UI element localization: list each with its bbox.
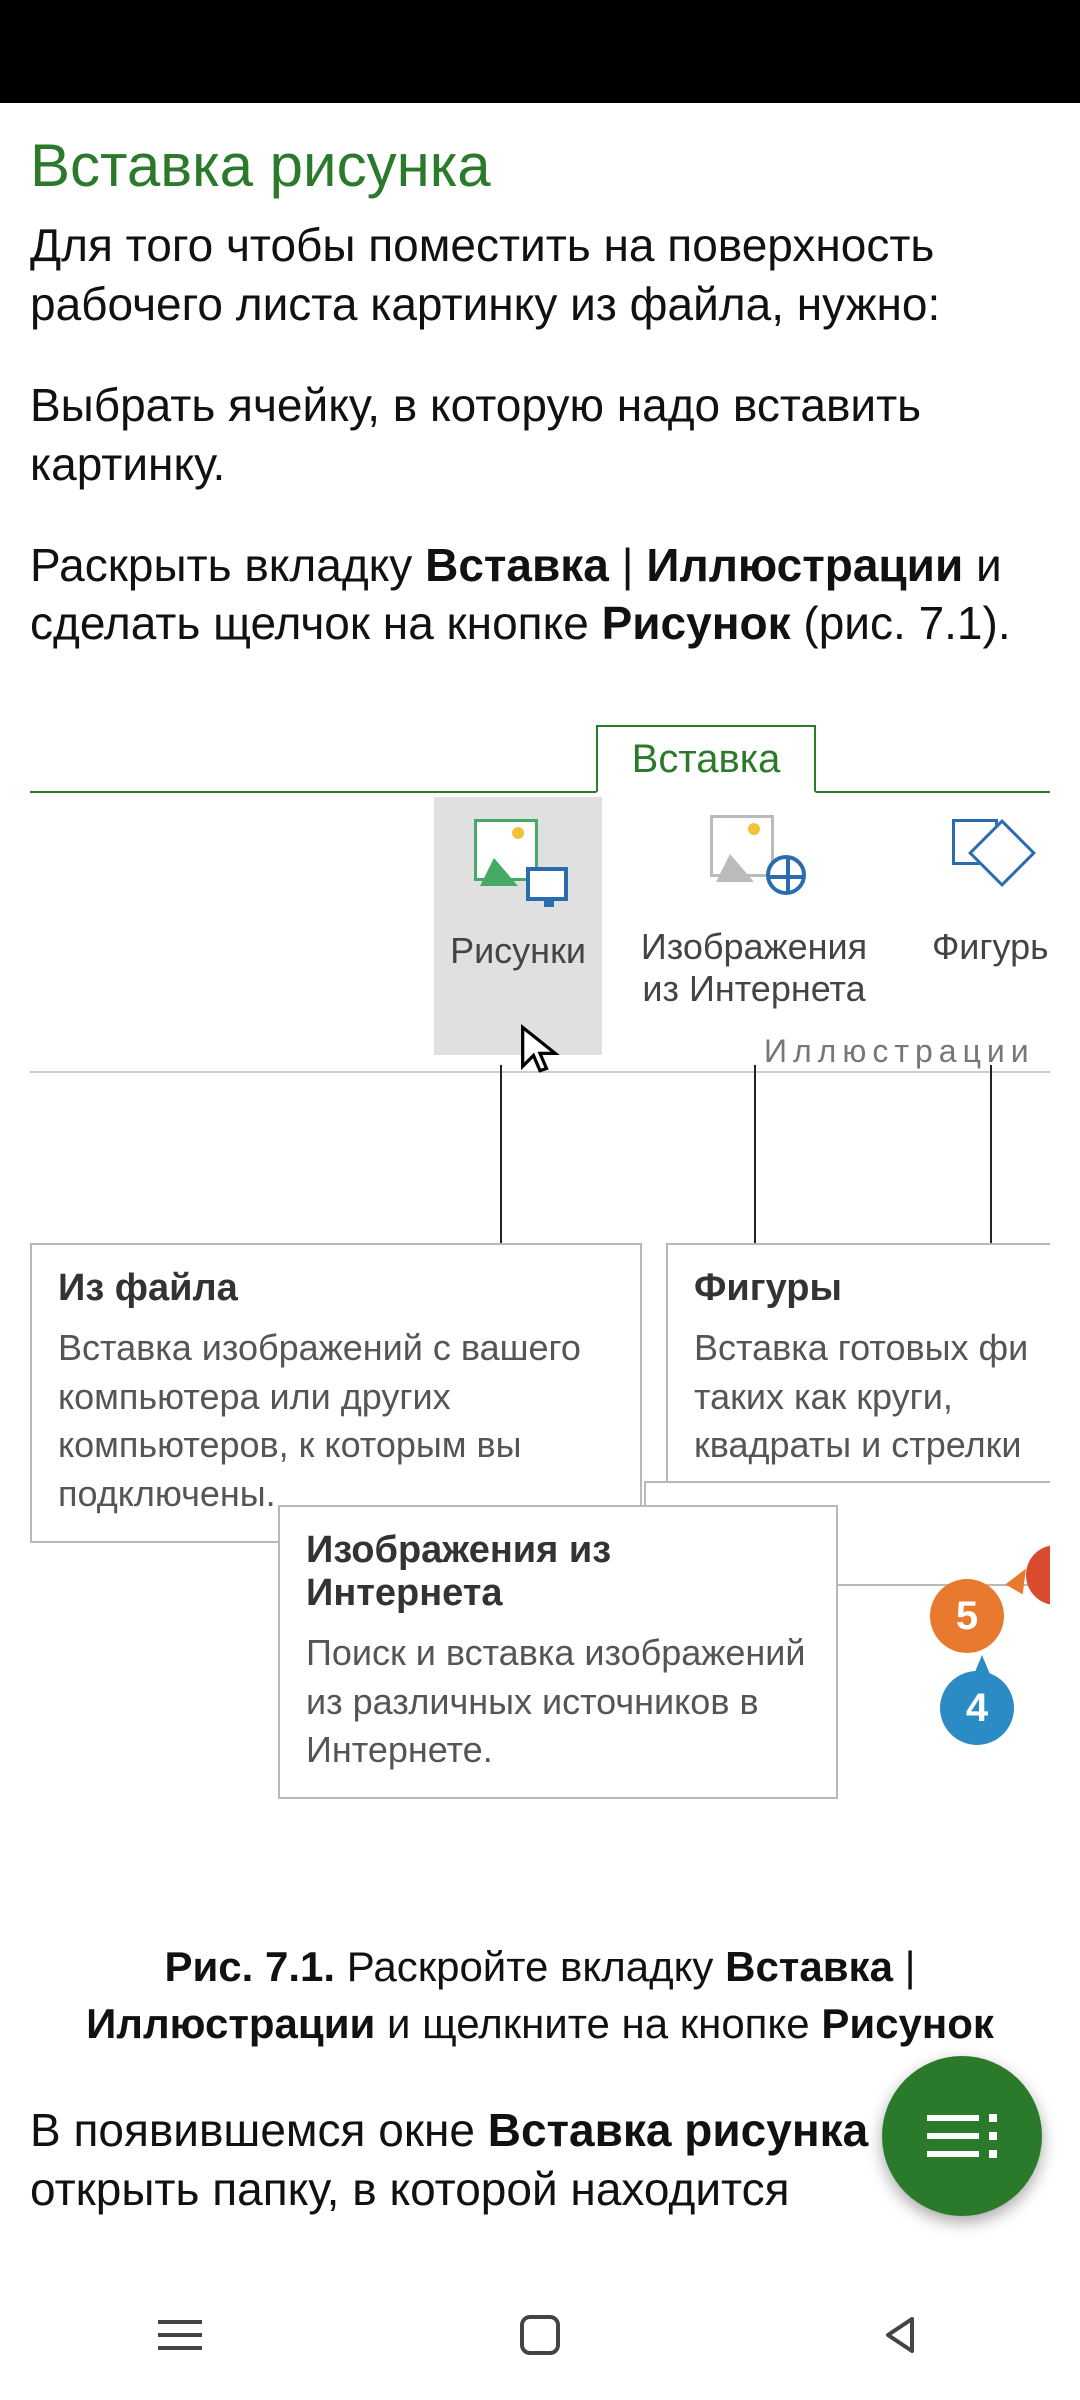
shapes-label: Фигуры [904, 925, 1050, 968]
figure-caption: Рис. 7.1. Раскройте вкладку Вставка | Ил… [30, 1939, 1050, 2052]
online-pictures-icon [706, 815, 802, 911]
ribbon-group-label: Иллюстрации [764, 1033, 1035, 1070]
pictures-icon [470, 819, 566, 915]
smartart-bubble-5: 5 [930, 1579, 1004, 1653]
text: | [609, 539, 647, 591]
figure-7-1: Вставка Рисунки Изображения из Интернета [30, 725, 1050, 1915]
nav-back-button[interactable] [873, 2308, 927, 2362]
connector-line [990, 1065, 992, 1243]
callout-body: Вставка готовых фи таких как круги, квад… [694, 1324, 1050, 1470]
ribbon-button-pictures: Рисунки [434, 797, 602, 1055]
document-content[interactable]: Вставка рисунка Для того чтобы поместить… [0, 103, 1080, 2270]
nav-home-button[interactable] [513, 2308, 567, 2362]
menu-icon [158, 2320, 202, 2350]
bold-insert-picture: Вставка рисунка [488, 2104, 869, 2156]
online-pictures-label-2: из Интернета [614, 968, 894, 1010]
online-pictures-label-1: Изображения [614, 925, 894, 968]
connector-line [500, 1065, 502, 1243]
text: открыть папку, в которой находится [30, 2163, 789, 2215]
status-bar [0, 0, 1080, 103]
caption-picture: Рисунок [821, 2000, 994, 2047]
text: Раскройте вкладку [335, 1943, 725, 1990]
fab-menu-button[interactable] [882, 2056, 1042, 2216]
bold-illustrations: Иллюстрации [646, 539, 963, 591]
text: | [893, 1943, 916, 1990]
nav-recent-button[interactable] [153, 2308, 207, 2362]
ribbon-button-shapes: Фигуры [904, 815, 1050, 968]
callout-online-pictures: Изображения из Интернета Поиск и вставка… [278, 1505, 838, 1799]
caption-insert: Вставка [725, 1943, 893, 1990]
ribbon-button-online-pictures: Изображения из Интернета [614, 815, 894, 1010]
triangle-left-icon [878, 2313, 922, 2357]
tab-insert: Вставка [596, 725, 816, 793]
system-nav-bar [0, 2270, 1080, 2400]
callout-title: Фигуры [694, 1267, 1050, 1310]
shapes-icon [946, 815, 1042, 911]
list-icon [927, 2114, 997, 2158]
bold-picture: Рисунок [602, 597, 791, 649]
smartart-bubble-4: 4 [940, 1671, 1014, 1745]
callout-shapes: Фигуры Вставка готовых фи таких как круг… [666, 1243, 1050, 1494]
caption-illustrations: Иллюстрации [86, 2000, 375, 2047]
arrow-icon [972, 1655, 992, 1679]
text: В появившемся окне [30, 2104, 488, 2156]
paragraph-intro: Для того чтобы поместить на поверхность … [30, 216, 1050, 334]
cursor-icon [518, 1023, 562, 1080]
text: и щелкните на кнопке [375, 2000, 821, 2047]
callout-title: Изображения из Интернета [306, 1529, 810, 1615]
pictures-label: Рисунки [434, 929, 602, 972]
paragraph-step1: Выбрать ячейку, в которую надо вставить … [30, 376, 1050, 494]
callout-title: Из файла [58, 1267, 614, 1310]
bold-insert: Вставка [425, 539, 609, 591]
callout-body: Поиск и вставка изображений из различных… [306, 1629, 810, 1775]
paragraph-step2: Раскрыть вкладку Вставка | Иллюстрации и… [30, 536, 1050, 654]
text: (рис. 7.1). [791, 597, 1011, 649]
section-heading: Вставка рисунка [30, 131, 1050, 200]
caption-fig-num: Рис. 7.1. [164, 1943, 335, 1990]
text: Раскрыть вкладку [30, 539, 425, 591]
callout-from-file: Из файла Вставка изображений с вашего ко… [30, 1243, 642, 1542]
square-icon [520, 2315, 560, 2355]
ribbon-divider [30, 791, 1050, 793]
callout-body: Вставка изображений с вашего компьютера … [58, 1324, 614, 1518]
